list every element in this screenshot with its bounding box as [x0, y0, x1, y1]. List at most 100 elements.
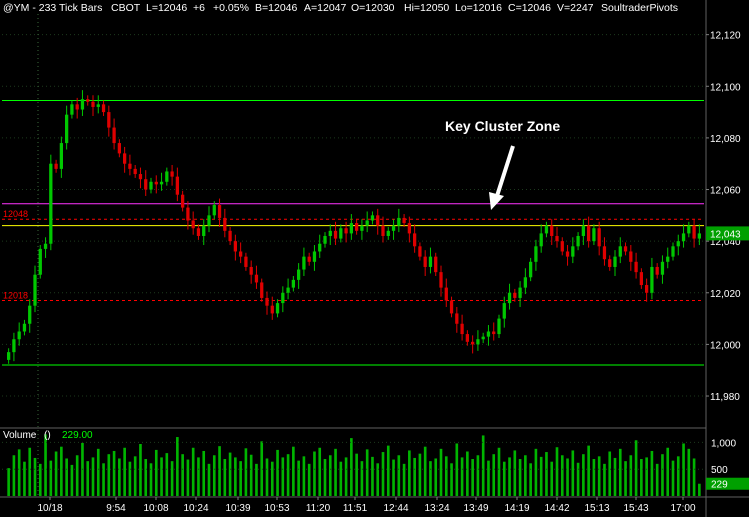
candle-body — [449, 300, 454, 314]
candle-body — [544, 225, 549, 234]
candle-body — [434, 256, 438, 273]
price-tick-label: 12,100 — [710, 82, 741, 93]
candle-body — [7, 352, 11, 360]
current-volume-label: 229 — [711, 480, 728, 491]
time-tick-label: 10/18 — [37, 503, 62, 514]
candle-body — [228, 230, 232, 242]
candle-body — [608, 259, 612, 267]
time-tick-label: 10:24 — [183, 503, 208, 514]
candle-body — [318, 243, 322, 252]
candle-body — [12, 339, 16, 353]
candle-body — [212, 205, 216, 216]
time-tick-label: 10:39 — [225, 503, 250, 514]
volume-title-label: Volume — [3, 430, 37, 441]
candle-body — [413, 233, 417, 247]
candle-body — [687, 225, 691, 234]
candle-body — [286, 287, 290, 293]
candle-body — [381, 225, 385, 236]
candle-body — [697, 233, 701, 239]
candle-body — [602, 246, 607, 260]
candle-body — [175, 176, 179, 195]
candle-body — [539, 233, 543, 247]
candle-body — [302, 256, 306, 270]
candle-body — [339, 228, 343, 239]
volume-tick-label: 500 — [711, 465, 728, 476]
candle-body — [349, 223, 353, 234]
candle-body — [476, 339, 480, 345]
candle-body — [244, 256, 248, 267]
candle-body — [513, 292, 517, 298]
header-symbol: @YM - 233 Tick Bars — [3, 2, 102, 14]
candle-body — [196, 228, 201, 236]
candle-body — [223, 217, 227, 231]
candle-body — [133, 168, 137, 175]
candle-body — [149, 181, 153, 190]
candle-body — [65, 114, 69, 144]
candle-body — [22, 323, 27, 332]
header-open: O=12030 — [351, 2, 395, 14]
candle-body — [91, 101, 95, 107]
tick-chart[interactable]: @YM - 233 Tick Bars CBOT L=12046 +6 +0.0… — [0, 0, 749, 517]
candle-body — [38, 248, 42, 275]
price-tick-label: 11,980 — [710, 392, 740, 403]
time-tick-label: 10:53 — [264, 503, 289, 514]
time-tick-label: 13:24 — [424, 503, 449, 514]
candle-body — [418, 246, 422, 257]
candle-body — [328, 230, 332, 236]
candle-body — [191, 220, 195, 229]
candle-body — [181, 194, 185, 208]
candle-body — [360, 225, 364, 231]
candle-body — [144, 179, 148, 190]
candle-body — [481, 336, 485, 340]
time-tick-label: 9:54 — [106, 503, 126, 514]
candle-body — [138, 174, 143, 180]
header-last: L=12046 — [146, 2, 187, 14]
time-tick-label: 15:43 — [623, 503, 648, 514]
candle-body — [186, 207, 190, 221]
header-study: SoultraderPivots — [601, 2, 678, 14]
chart-background — [0, 0, 749, 517]
candle-body — [254, 274, 259, 283]
candle-body — [534, 246, 538, 262]
candle-body — [618, 246, 622, 257]
candle-body — [217, 205, 222, 218]
candle-body — [681, 233, 686, 242]
time-tick-label: 17:00 — [670, 503, 695, 514]
candle-body — [333, 230, 338, 239]
current-price-label: 12,043 — [710, 229, 741, 240]
header-bid: B=12046 — [255, 2, 297, 14]
candle-body — [507, 292, 512, 304]
candle-body — [28, 305, 32, 324]
candle-body — [423, 256, 427, 267]
candle-body — [49, 163, 53, 244]
candle-body — [571, 246, 575, 257]
candle-body — [465, 334, 469, 342]
candle-body — [370, 215, 375, 221]
price-level-label: 12048 — [3, 209, 28, 219]
time-tick-label: 14:19 — [504, 503, 529, 514]
candle-body — [54, 163, 58, 169]
time-tick-label: 13:49 — [463, 503, 488, 514]
candle-body — [307, 256, 311, 262]
candle-body — [86, 99, 90, 102]
candle-body — [623, 246, 628, 252]
candle-body — [444, 287, 448, 301]
candle-body — [492, 331, 496, 335]
candle-body — [170, 171, 174, 177]
candle-body — [323, 235, 327, 244]
header-close: C=12046 — [508, 2, 551, 14]
candle-body — [75, 104, 79, 110]
price-level-label: 12018 — [3, 291, 28, 301]
candle-body — [666, 256, 670, 262]
candle-body — [613, 256, 617, 267]
candle-body — [407, 223, 411, 234]
candle-body — [386, 230, 390, 236]
volume-title-unit: () — [44, 430, 51, 441]
candle-body — [202, 225, 206, 236]
candle-body — [529, 261, 533, 278]
candle-body — [344, 228, 348, 234]
header-change: +6 — [193, 2, 205, 14]
candle-body — [154, 181, 158, 185]
price-tick-label: 12,060 — [710, 186, 741, 197]
price-tick-label: 12,000 — [710, 340, 741, 351]
